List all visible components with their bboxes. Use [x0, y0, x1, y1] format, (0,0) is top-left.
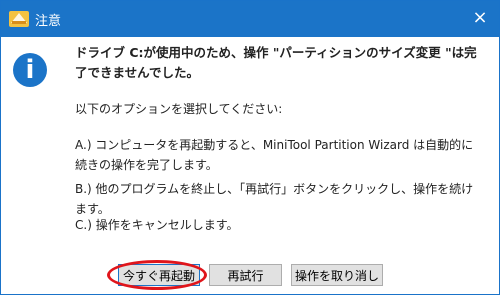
- option-c-text: C.) 操作をキャンセルします。: [75, 218, 239, 232]
- close-icon[interactable]: ×: [469, 7, 491, 29]
- button-row: 今すぐ再起動 再試行 操作を取り消し: [1, 264, 500, 288]
- option-b-text: B.) 他のプログラムを終止し、「再試行」ボタンをクリックし、操作を続けます。: [75, 182, 474, 216]
- minitool-app-icon: [9, 11, 29, 27]
- info-icon: i: [13, 53, 47, 87]
- option-a-text: A.) コンピュータを再起動すると、MiniTool Partition Wiz…: [75, 138, 474, 172]
- error-headline: ドライブ C:が使用中のため、操作 "パーティションのサイズ変更 "は完了できま…: [75, 45, 477, 80]
- restart-now-button[interactable]: 今すぐ再起動: [118, 264, 200, 286]
- intro-text: 以下のオプションを選択してください:: [75, 102, 283, 116]
- message-content: ドライブ C:が使用中のため、操作 "パーティションのサイズ変更 "は完了できま…: [75, 43, 485, 232]
- cancel-operation-button[interactable]: 操作を取り消し: [291, 264, 383, 286]
- title-bar[interactable]: 注意 ×: [1, 1, 499, 37]
- retry-button[interactable]: 再試行: [209, 264, 282, 286]
- dialog-title: 注意: [35, 14, 62, 29]
- dialog-window: 注意 × i ドライブ C:が使用中のため、操作 "パーティションのサイズ変更 …: [0, 0, 500, 295]
